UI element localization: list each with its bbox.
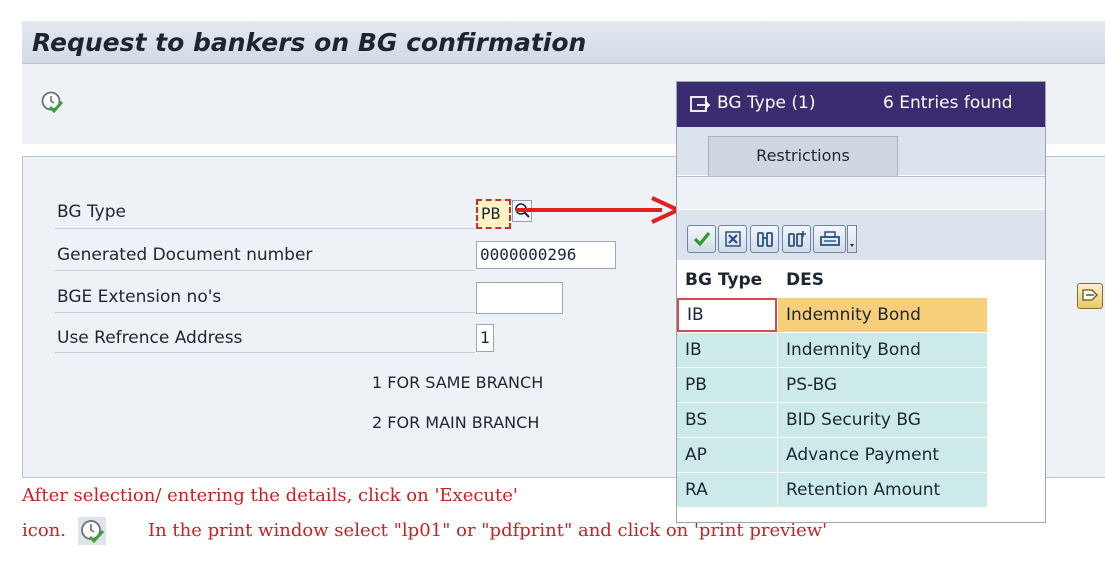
table-row[interactable]: BS BID Security BG [677, 403, 987, 437]
cell-bg-type[interactable]: BS [677, 403, 777, 437]
label-underline [55, 228, 475, 229]
instruction-line-2: In the print window select "lp01" or "pd… [148, 520, 828, 541]
doc-number-input[interactable]: 0000000296 [476, 241, 616, 269]
cell-bg-type[interactable]: RA [677, 473, 777, 507]
instruction-line-1: After selection/ entering the details, c… [22, 485, 518, 506]
extension-input[interactable] [476, 282, 563, 314]
cell-description[interactable]: Retention Amount [778, 473, 987, 507]
next-page-icon[interactable] [1077, 283, 1103, 309]
printer-icon[interactable] [813, 225, 846, 253]
column-header-des[interactable]: DES [778, 262, 987, 298]
binoculars-plus-icon[interactable] [782, 225, 811, 253]
tab-restrictions[interactable]: Restrictions [708, 136, 898, 176]
label-underline [55, 270, 475, 271]
cell-bg-type[interactable]: AP [677, 438, 777, 472]
results-table: BG Type DES IB Indemnity Bond IB Indemni… [677, 262, 987, 507]
table-header: BG Type DES [677, 262, 987, 298]
cell-description[interactable]: BID Security BG [778, 403, 987, 437]
cell-description[interactable]: Indemnity Bond [778, 333, 987, 367]
label-underline [55, 352, 475, 353]
binoculars-icon[interactable] [750, 225, 779, 253]
note-same-branch: 1 FOR SAME BRANCH [372, 373, 544, 392]
restrictions-area [677, 176, 1045, 209]
bg-type-input[interactable]: PB [476, 199, 511, 229]
cell-description[interactable]: PS-BG [778, 368, 987, 402]
check-icon[interactable] [687, 225, 716, 253]
table-row[interactable]: PB PS-BG [677, 368, 987, 402]
popup-title-bar: BG Type (1) 6 Entries found [677, 82, 1045, 127]
cell-bg-type[interactable]: PB [677, 368, 777, 402]
execute-icon[interactable] [40, 90, 64, 114]
execute-icon-inline [78, 517, 106, 545]
label-underline [55, 312, 475, 313]
ref-address-input[interactable]: 1 [476, 324, 494, 352]
doc-number-label: Generated Document number [57, 245, 313, 265]
popup-window-icon [690, 96, 711, 112]
popup-title: BG Type (1) [717, 93, 816, 113]
cell-bg-type[interactable]: IB [677, 333, 777, 367]
cell-bg-type[interactable]: IB [677, 298, 777, 332]
page-title: Request to bankers on BG confirmation [32, 28, 587, 57]
table-row[interactable]: RA Retention Amount [677, 473, 987, 507]
bg-type-label: BG Type [57, 202, 126, 222]
entries-found: 6 Entries found [883, 93, 1013, 113]
instruction-line-2-prefix: icon. [22, 520, 66, 541]
cancel-x-icon[interactable] [718, 225, 747, 253]
table-row[interactable]: IB Indemnity Bond [677, 333, 987, 367]
cell-description[interactable]: Advance Payment [778, 438, 987, 472]
dropdown-arrow-icon[interactable] [847, 225, 857, 253]
note-main-branch: 2 FOR MAIN BRANCH [372, 413, 540, 432]
table-row[interactable]: IB Indemnity Bond [677, 298, 987, 332]
annotation-arrow [516, 196, 682, 224]
ref-address-label: Use Refrence Address [57, 328, 243, 348]
table-row[interactable]: AP Advance Payment [677, 438, 987, 472]
extension-label: BGE Extension no's [57, 287, 222, 307]
cell-description[interactable]: Indemnity Bond [778, 298, 987, 332]
column-header-bg-type[interactable]: BG Type [677, 262, 777, 298]
